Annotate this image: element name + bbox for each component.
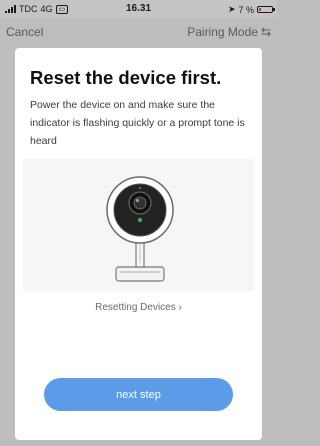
resetting-devices-link[interactable]: Resetting Devices › bbox=[15, 302, 262, 313]
battery-percent: 7 % bbox=[238, 4, 254, 15]
next-step-button[interactable]: next step bbox=[44, 378, 233, 411]
camera-icon bbox=[106, 176, 174, 282]
nav-bar: Cancel Pairing Mode ⇆ bbox=[0, 22, 277, 42]
status-bar: TDC 4G ▭ 16.31 ➤ 7 % bbox=[0, 0, 277, 18]
status-right: ➤ 7 % bbox=[227, 4, 275, 15]
camera-illustration bbox=[23, 159, 254, 291]
reset-card: Reset the device first. Power the device… bbox=[15, 48, 262, 440]
resetting-devices-label: Resetting Devices bbox=[95, 302, 176, 313]
location-arrow-icon: ➤ bbox=[227, 4, 236, 14]
page-title: Reset the device first. bbox=[30, 67, 222, 88]
pairing-mode-label: Pairing Mode bbox=[187, 25, 258, 39]
instruction-text: Power the device on and make sure the in… bbox=[30, 99, 245, 147]
cancel-button[interactable]: Cancel bbox=[6, 25, 43, 39]
swap-icon: ⇆ bbox=[260, 25, 271, 39]
pairing-mode-button[interactable]: Pairing Mode ⇆ bbox=[187, 25, 271, 39]
battery-icon bbox=[257, 6, 275, 13]
chevron-right-icon: › bbox=[178, 302, 182, 313]
